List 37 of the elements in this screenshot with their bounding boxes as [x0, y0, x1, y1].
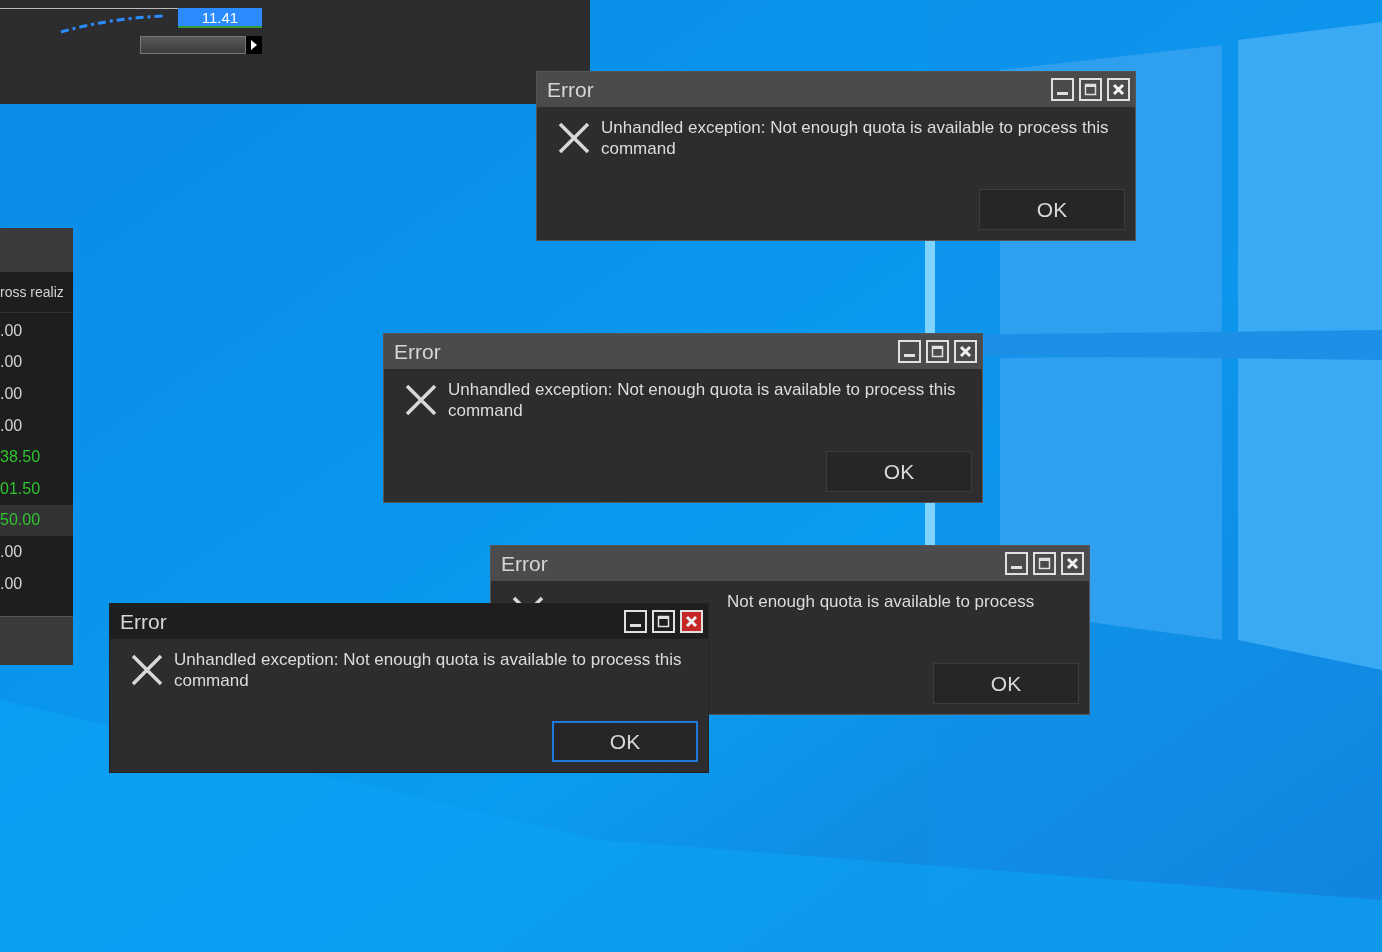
- scroll-right-icon[interactable]: [246, 36, 262, 54]
- table-cell-text: .00: [0, 541, 24, 562]
- table-cell-text: .00: [0, 415, 24, 436]
- maximize-icon[interactable]: [926, 340, 949, 363]
- window-title: Error: [547, 77, 594, 102]
- scrollbar-thumb[interactable]: [140, 36, 246, 54]
- error-message: Unhandled exception: Not enough quota is available to process this command: [601, 117, 1110, 159]
- ok-button[interactable]: OK: [979, 189, 1125, 230]
- error-message: Not enough quota is available to process: [727, 591, 1036, 612]
- maximize-icon[interactable]: [652, 610, 675, 633]
- minimize-icon[interactable]: [1005, 552, 1028, 575]
- ok-button[interactable]: OK: [826, 451, 972, 492]
- table-cell-text: 38.50: [0, 447, 42, 468]
- table-cell: 50.00: [0, 504, 73, 537]
- error-message: Unhandled exception: Not enough quota is available to process this command: [174, 649, 683, 691]
- error-message: Unhandled exception: Not enough quota is available to process this command: [448, 379, 957, 421]
- minimize-icon[interactable]: [898, 340, 921, 363]
- table-cell-text: 01.50: [0, 478, 42, 499]
- maximize-icon[interactable]: [1033, 552, 1056, 575]
- close-icon[interactable]: [1107, 78, 1130, 101]
- ok-button[interactable]: OK: [552, 721, 698, 762]
- table-cell-text: .00: [0, 573, 24, 594]
- column-header: ross realiz: [0, 272, 73, 313]
- price-label: 11.41: [178, 8, 262, 28]
- table-cell-text: .00: [0, 352, 24, 373]
- close-icon[interactable]: [1061, 552, 1084, 575]
- minimize-icon[interactable]: [624, 610, 647, 633]
- close-icon[interactable]: [954, 340, 977, 363]
- maximize-icon[interactable]: [1079, 78, 1102, 101]
- window-title: Error: [394, 339, 441, 364]
- window-title: Error: [120, 609, 167, 634]
- table-cell-text: .00: [0, 320, 24, 341]
- minimize-icon[interactable]: [1051, 78, 1074, 101]
- table-cell-text: .00: [0, 384, 24, 404]
- window-title: Error: [501, 551, 548, 576]
- ok-button[interactable]: OK: [933, 663, 1079, 704]
- close-icon[interactable]: [680, 610, 703, 633]
